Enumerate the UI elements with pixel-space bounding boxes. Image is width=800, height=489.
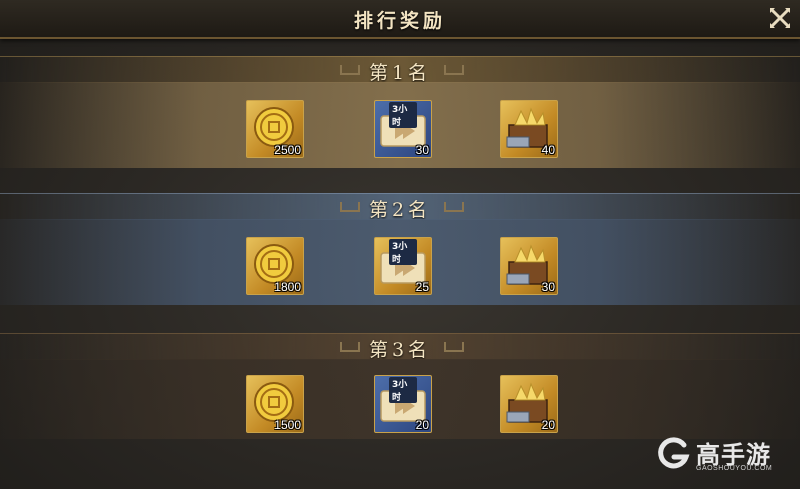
rank-1-label: 第1名 (368, 62, 432, 84)
reward-item-gold[interactable]: 1500 (246, 375, 304, 433)
reward-count: 30 (541, 280, 555, 294)
reward-count: 2500 (274, 143, 301, 157)
close-icon (770, 8, 790, 28)
title-bar: 排行奖励 (0, 0, 800, 39)
reward-item-speedup[interactable]: 3小时 30 (374, 100, 432, 158)
reward-count: 20 (415, 418, 429, 432)
reward-item-gold[interactable]: 1800 (246, 237, 304, 295)
rank-1-header: 第1名 (0, 56, 800, 84)
reward-item-speedup[interactable]: 3小时 25 (374, 237, 432, 295)
duration-tag: 3小时 (389, 239, 417, 265)
rank-3-header: 第3名 (0, 333, 800, 361)
reward-item-chest[interactable]: 40 (500, 100, 558, 158)
rank-2-label: 第2名 (368, 199, 432, 221)
reward-item-chest[interactable]: 20 (500, 375, 558, 433)
site-watermark: 高手游 GAOSHOUYOU.COM (654, 431, 794, 481)
reward-count: 1800 (274, 280, 301, 294)
reward-count: 25 (415, 280, 429, 294)
reward-item-gold[interactable]: 2500 (246, 100, 304, 158)
rank-2-header: 第2名 (0, 193, 800, 221)
reward-item-chest[interactable]: 30 (500, 237, 558, 295)
reward-count: 30 (415, 143, 429, 157)
reward-item-speedup[interactable]: 3小时 20 (374, 375, 432, 433)
rank-3-reward-row: 1500 3小时 20 20 (0, 359, 800, 439)
rank-2-reward-row: 1800 3小时 25 30 (0, 219, 800, 305)
reward-count: 20 (541, 418, 555, 432)
window-title: 排行奖励 (353, 10, 446, 32)
duration-tag: 3小时 (389, 102, 417, 128)
reward-count: 1500 (274, 418, 301, 432)
rank-1-reward-row: 2500 3小时 30 40 (0, 82, 800, 168)
rank-3-label: 第3名 (368, 339, 432, 361)
close-button[interactable] (766, 4, 794, 32)
reward-count: 40 (541, 143, 555, 157)
watermark-logo-icon (658, 437, 690, 469)
watermark-url: GAOSHOUYOU.COM (696, 465, 773, 472)
duration-tag: 3小时 (389, 377, 417, 403)
